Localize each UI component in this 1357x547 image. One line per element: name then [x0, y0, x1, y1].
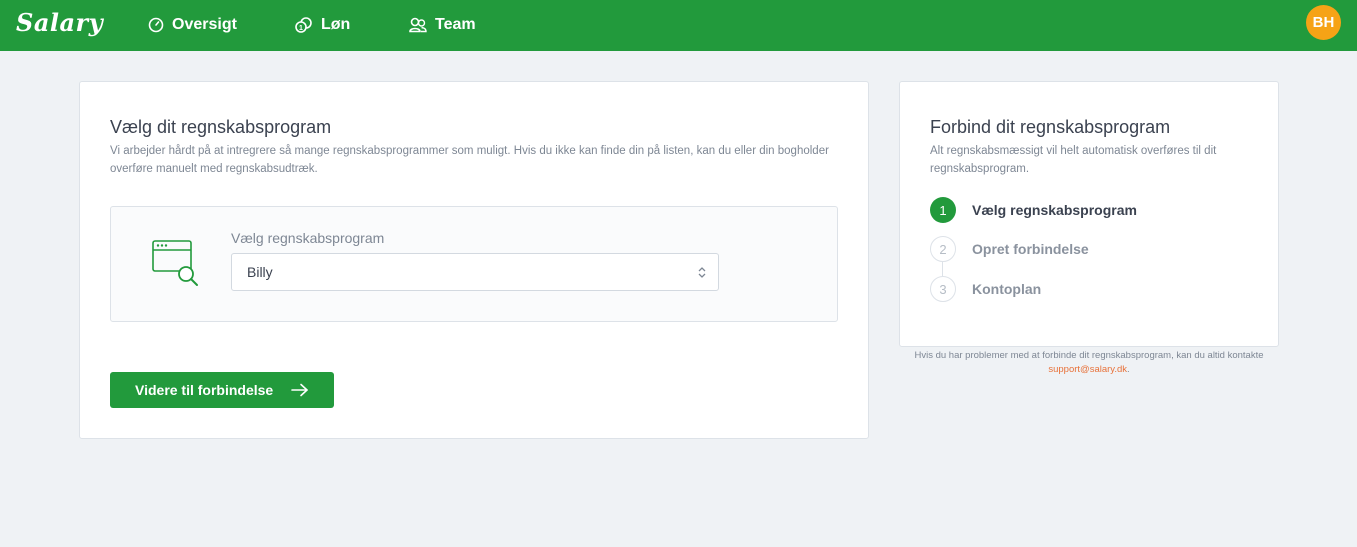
continue-to-connection-button[interactable]: Videre til forbindelse — [110, 372, 334, 408]
select-arrows-icon — [698, 266, 706, 284]
program-select[interactable]: Billy — [231, 253, 719, 291]
footnote-text: Hvis du har problemer med at forbinde di… — [914, 350, 1264, 361]
page-description: Vi arbejder hårdt på at intregrere så ma… — [110, 145, 829, 175]
step-3: 3 Kontoplan — [930, 276, 1041, 302]
page-title: Vælg dit regnskabsprogram — [110, 117, 332, 137]
step-connector — [942, 262, 943, 276]
nav-item-team[interactable]: Team — [409, 14, 476, 36]
nav-item-lon[interactable]: 1 Løn — [295, 14, 350, 36]
footnote-period: . — [1127, 364, 1130, 375]
nav-item-oversigt[interactable]: Oversigt — [148, 14, 237, 36]
program-select-label: Vælg regnskabsprogram — [231, 230, 385, 246]
coins-icon: 1 — [295, 17, 313, 33]
step-1-label: Vælg regnskabsprogram — [972, 202, 1137, 218]
step-1-number: 1 — [930, 197, 956, 223]
nav-label-team: Team — [435, 16, 476, 33]
browser-search-icon — [152, 240, 200, 293]
step-3-label: Kontoplan — [972, 281, 1042, 297]
team-icon — [409, 17, 427, 33]
gauge-icon — [148, 17, 164, 33]
support-email-link[interactable]: support@salary.dk — [1048, 364, 1127, 375]
continue-button-label: Videre til forbindelse — [135, 382, 274, 398]
step-2-number: 2 — [930, 236, 956, 262]
steps-description: Alt regnskabsmæssigt vil helt automatisk… — [930, 145, 1217, 175]
support-footnote: Hvis du har problemer med at forbinde di… — [899, 349, 1279, 377]
salary-logo[interactable]: Salary — [16, 8, 103, 37]
user-avatar[interactable]: BH — [1306, 5, 1341, 40]
select-accounting-program-card: Vælg dit regnskabsprogram Vi arbejder hå… — [79, 81, 869, 439]
nav-label-lon: Løn — [321, 16, 351, 33]
steps-title: Forbind dit regnskabsprogram — [930, 117, 1171, 137]
top-navigation-bar: Salary Oversigt 1 Løn Team BH — [0, 0, 1357, 51]
program-picker-panel: Vælg regnskabsprogram Billy — [110, 206, 838, 322]
step-1: 1 Vælg regnskabsprogram — [930, 197, 1137, 223]
svg-text:1: 1 — [299, 25, 303, 32]
nav-label-oversigt: Oversigt — [172, 16, 237, 33]
step-2: 2 Opret forbindelse — [930, 236, 1089, 262]
program-select-value: Billy — [247, 264, 273, 280]
connect-steps-card: Forbind dit regnskabsprogram Alt regnska… — [899, 81, 1279, 347]
arrow-right-icon — [291, 383, 309, 400]
step-2-label: Opret forbindelse — [972, 241, 1089, 257]
step-3-number: 3 — [930, 276, 956, 302]
